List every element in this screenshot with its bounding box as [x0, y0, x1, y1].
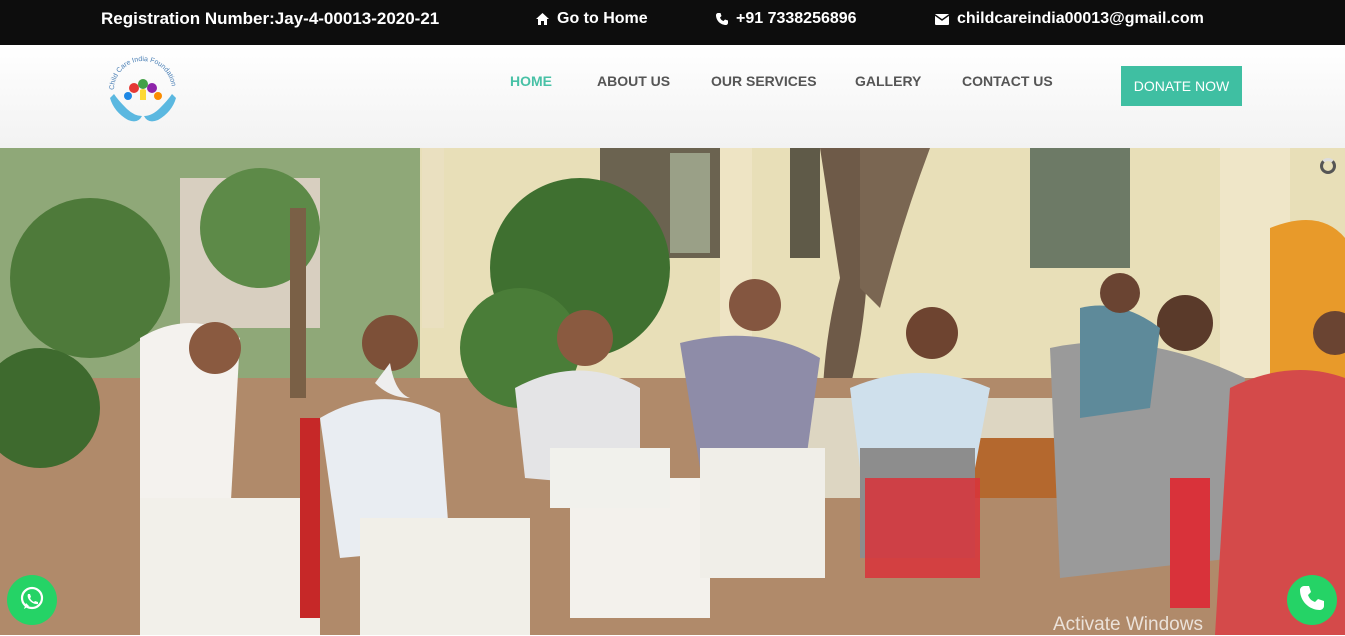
go-to-home-label: Go to Home	[557, 10, 648, 27]
site-logo[interactable]: Child Care India Foundation	[104, 50, 182, 134]
top-bar: Registration Number:Jay-4-00013-2020-21 …	[0, 0, 1345, 45]
call-button[interactable]	[1287, 575, 1337, 625]
donate-now-button[interactable]: DONATE NOW	[1121, 66, 1242, 106]
whatsapp-button[interactable]	[7, 575, 57, 625]
phone-link[interactable]: +91 7338256896	[716, 10, 857, 28]
go-to-home-link[interactable]: Go to Home	[536, 10, 648, 28]
home-icon	[536, 13, 549, 25]
hero-slider-image	[0, 148, 1345, 635]
whatsapp-icon	[19, 585, 45, 616]
loading-spinner-icon	[1320, 158, 1336, 174]
nav-gallery[interactable]: GALLERY	[855, 73, 921, 89]
phone-icon	[716, 13, 728, 25]
phone-number: +91 7338256896	[736, 10, 857, 27]
nav-about-us[interactable]: ABOUT US	[597, 73, 670, 89]
activate-windows-watermark: Activate Windows	[1053, 614, 1203, 635]
nav-contact-us[interactable]: CONTACT US	[962, 73, 1053, 89]
registration-number: Registration Number:Jay-4-00013-2020-21	[101, 9, 440, 28]
call-icon	[1300, 585, 1324, 615]
email-address: childcareindia00013@gmail.com	[957, 10, 1204, 27]
envelope-icon	[935, 13, 949, 25]
nav-home[interactable]: HOME	[510, 73, 552, 89]
nav-our-services[interactable]: OUR SERVICES	[711, 73, 817, 89]
email-link[interactable]: childcareindia00013@gmail.com	[935, 10, 1204, 28]
